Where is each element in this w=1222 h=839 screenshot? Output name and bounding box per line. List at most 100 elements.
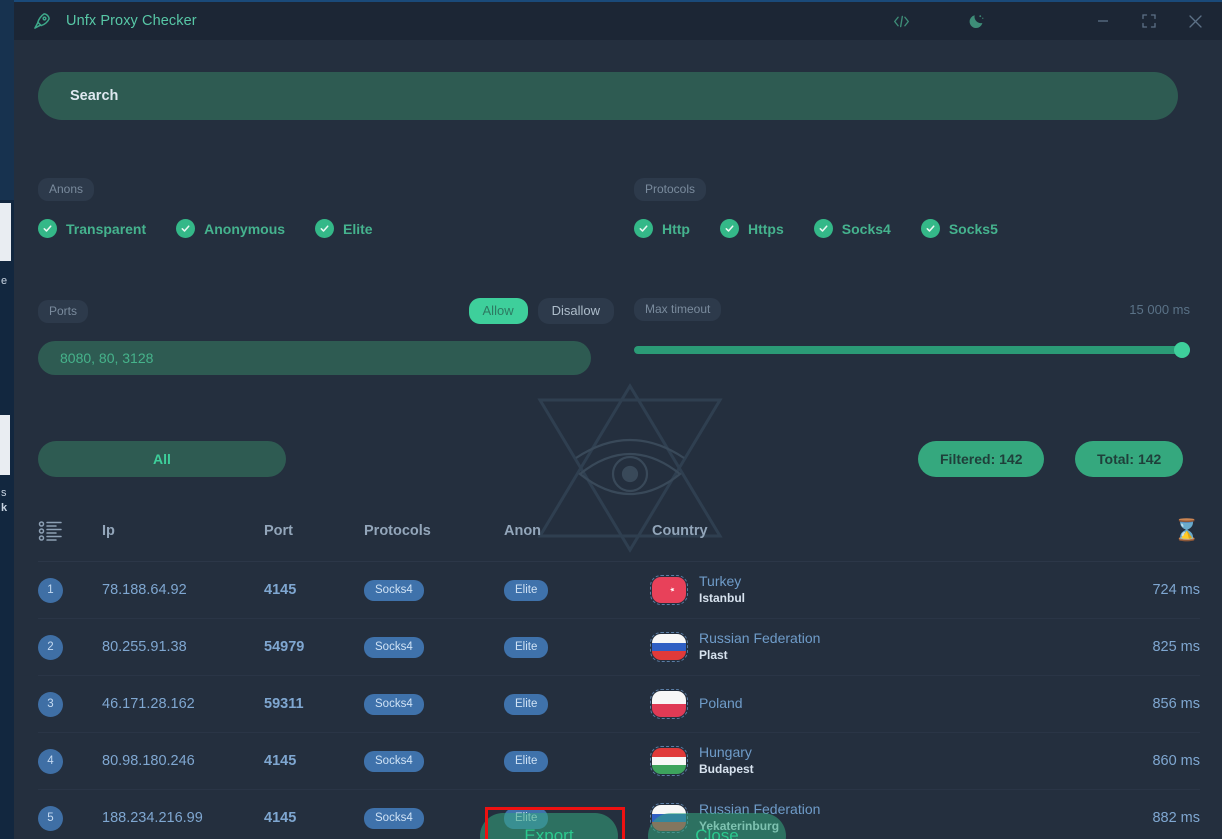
row-port: 4145 [264, 582, 296, 598]
window-controls [1080, 1, 1218, 41]
timeout-header: Max timeout 15 000 ms [634, 298, 1190, 321]
check-icon [176, 219, 195, 238]
checkbox-elite[interactable]: Elite [315, 219, 373, 238]
row-port: 54979 [264, 639, 304, 655]
timeout-slider[interactable] [634, 345, 1190, 355]
minimize-icon[interactable] [1080, 1, 1126, 41]
row-ping: 825 ms [1152, 639, 1200, 655]
table-header-row: Ip Port Protocols Anon Country ⌛ [38, 500, 1200, 562]
column-header-ip[interactable]: Ip [102, 523, 264, 539]
row-ping: 860 ms [1152, 753, 1200, 769]
row-port: 4145 [264, 753, 296, 769]
checkbox-label: Https [748, 221, 784, 237]
row-ip: 188.234.216.99 [102, 810, 203, 826]
table-row[interactable]: 3 46.171.28.162 59311 Socks4 Elite Polan… [38, 676, 1200, 733]
row-anon-tag: Elite [504, 637, 548, 658]
table-row[interactable]: 4 80.98.180.246 4145 Socks4 Elite Hungar… [38, 733, 1200, 790]
moon-icon[interactable] [954, 1, 1000, 41]
desktop-artifact-image [0, 415, 10, 475]
row-protocol-tag: Socks4 [364, 580, 424, 601]
checkbox-label: Transparent [66, 221, 146, 237]
title-bar: Unfx Proxy Checker [14, 0, 1222, 40]
flag-icon-pl [652, 691, 686, 717]
table-row[interactable]: 1 78.188.64.92 4145 Socks4 Elite [38, 562, 1200, 619]
search-placeholder: Search [70, 88, 118, 104]
checkbox-https[interactable]: Https [720, 219, 784, 238]
proxy-table: Ip Port Protocols Anon Country ⌛ 1 78.18… [38, 500, 1200, 839]
row-port: 4145 [264, 810, 296, 826]
all-button[interactable]: All [38, 441, 286, 477]
row-ping: 882 ms [1152, 810, 1200, 826]
maximize-icon[interactable] [1126, 1, 1172, 41]
row-ip: 80.255.91.38 [102, 639, 187, 655]
checkbox-label: Elite [343, 221, 373, 237]
timeout-label: Max timeout [634, 298, 721, 321]
row-anon-tag: Elite [504, 580, 548, 601]
anons-label: Anons [38, 178, 94, 201]
ports-value: 8080, 80, 3128 [60, 350, 153, 366]
close-icon[interactable] [1172, 1, 1218, 41]
title-bar-tools [878, 1, 1000, 41]
code-brackets-icon[interactable] [878, 1, 924, 41]
desktop-strip [0, 0, 14, 200]
rocket-icon [32, 11, 52, 31]
protocols-filter-group: Protocols Http Https [634, 178, 998, 238]
total-count-badge: Total: 142 [1075, 441, 1183, 477]
checkbox-transparent[interactable]: Transparent [38, 219, 146, 238]
export-actions-overlay: Export Close [480, 813, 786, 839]
checkbox-http[interactable]: Http [634, 219, 690, 238]
row-country: Hungary [699, 744, 754, 762]
title-bar-left: Unfx Proxy Checker [14, 11, 197, 31]
column-header-country[interactable]: Country [652, 523, 1076, 539]
row-protocol-tag: Socks4 [364, 751, 424, 772]
disallow-toggle-button[interactable]: Disallow [538, 298, 614, 324]
anons-checkbox-row: Transparent Anonymous Elite [38, 219, 373, 238]
column-header-port[interactable]: Port [264, 523, 364, 539]
desktop-edge-text-3: k [1, 502, 7, 514]
row-country: Poland [699, 695, 743, 713]
row-index: 1 [38, 578, 63, 603]
checkbox-label: Socks5 [949, 221, 998, 237]
row-anon-tag: Elite [504, 751, 548, 772]
timeout-value: 15 000 ms [1129, 302, 1190, 317]
check-icon [634, 219, 653, 238]
flag-icon-tr [652, 577, 686, 603]
anons-filter-group: Anons Transparent Anonymous [38, 178, 373, 238]
checkbox-label: Anonymous [204, 221, 285, 237]
allow-toggle-button[interactable]: Allow [469, 298, 528, 324]
checkbox-label: Http [662, 221, 690, 237]
slider-thumb[interactable] [1174, 342, 1190, 358]
check-icon [720, 219, 739, 238]
row-ip: 80.98.180.246 [102, 753, 195, 769]
ports-header: Ports Allow Disallow [38, 298, 614, 324]
flag-icon-hu [652, 748, 686, 774]
ports-input[interactable]: 8080, 80, 3128 [38, 341, 591, 375]
row-country: Turkey [699, 573, 745, 591]
row-ping: 856 ms [1152, 696, 1200, 712]
filtered-count-badge: Filtered: 142 [918, 441, 1044, 477]
export-button[interactable]: Export [480, 813, 618, 839]
row-index: 5 [38, 806, 63, 831]
checkbox-socks5[interactable]: Socks5 [921, 219, 998, 238]
checkbox-anonymous[interactable]: Anonymous [176, 219, 285, 238]
row-index: 2 [38, 635, 63, 660]
search-input[interactable]: Search [38, 72, 1178, 120]
protocols-label: Protocols [634, 178, 706, 201]
row-protocol-tag: Socks4 [364, 637, 424, 658]
select-all-column[interactable] [38, 520, 102, 542]
close-button[interactable]: Close [648, 813, 786, 839]
table-row[interactable]: 2 80.255.91.38 54979 Socks4 Elite Russia… [38, 619, 1200, 676]
timeout-filter-group: Max timeout 15 000 ms [634, 298, 1190, 355]
row-ip: 46.171.28.162 [102, 696, 195, 712]
column-header-anon[interactable]: Anon [504, 523, 652, 539]
column-header-ping[interactable]: ⌛ [1076, 520, 1200, 541]
app-body: Search Anons Transparent Anonymous [14, 40, 1222, 839]
checkbox-socks4[interactable]: Socks4 [814, 219, 891, 238]
row-ping: 724 ms [1152, 582, 1200, 598]
column-header-protocols[interactable]: Protocols [364, 523, 504, 539]
row-ip: 78.188.64.92 [102, 582, 187, 598]
window-title: Unfx Proxy Checker [66, 13, 197, 29]
row-anon-tag: Elite [504, 694, 548, 715]
row-city: Plast [699, 648, 820, 664]
app-window: Unfx Proxy Checker [14, 0, 1222, 839]
